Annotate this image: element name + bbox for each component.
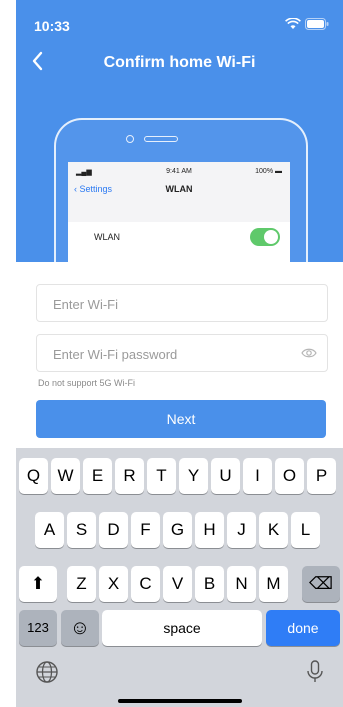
phone-speaker-illustration (144, 136, 178, 142)
page-title: Confirm home Wi-Fi (103, 54, 256, 71)
key-a[interactable]: A (35, 512, 64, 548)
key-q[interactable]: Q (19, 458, 48, 494)
key-t[interactable]: T (147, 458, 176, 494)
illustration-status-bar: ▂▄▆ 9:41 AM 100% ▬ (76, 168, 282, 178)
illustration-wlan-row: WLAN (68, 222, 290, 252)
key-c[interactable]: C (131, 566, 160, 602)
key-k[interactable]: K (259, 512, 288, 548)
key-b[interactable]: B (195, 566, 224, 602)
key-p[interactable]: P (307, 458, 336, 494)
emoji-key[interactable]: ☺ (61, 610, 99, 646)
illustration-nav: ‹ Settings WLAN (74, 184, 284, 198)
wifi-password-input[interactable] (51, 335, 295, 373)
illustration-title: WLAN (165, 184, 193, 194)
illustration-back: ‹ Settings (74, 184, 113, 194)
key-i[interactable]: I (243, 458, 272, 494)
5g-hint: Do not support 5G Wi-Fi (38, 378, 136, 388)
key-e[interactable]: E (83, 458, 112, 494)
key-h[interactable]: H (195, 512, 224, 548)
key-g[interactable]: G (163, 512, 192, 548)
key-f[interactable]: F (131, 512, 160, 548)
header-hero: 10:33 Confirm home Wi-Fi ▂▄▆ 9:41 AM 100… (16, 0, 343, 262)
globe-icon[interactable] (34, 659, 60, 685)
wifi-name-input[interactable] (51, 285, 295, 323)
key-s[interactable]: S (67, 512, 96, 548)
illustration-network-row (68, 252, 290, 262)
illustration-battery: 100% ▬ (255, 168, 282, 175)
key-w[interactable]: W (51, 458, 80, 494)
key-o[interactable]: O (275, 458, 304, 494)
phone-screen-illustration: ▂▄▆ 9:41 AM 100% ▬ ‹ Settings WLAN WLAN (68, 162, 290, 262)
key-d[interactable]: D (99, 512, 128, 548)
space-key[interactable]: space (102, 610, 262, 646)
key-v[interactable]: V (163, 566, 192, 602)
illustration-toggle (250, 228, 280, 246)
key-r[interactable]: R (115, 458, 144, 494)
app-screen: 10:33 Confirm home Wi-Fi ▂▄▆ 9:41 AM 100… (16, 0, 343, 707)
key-u[interactable]: U (211, 458, 240, 494)
keyboard: Q W E R T Y U I O P A S D F G H J K L ⬆ … (16, 448, 343, 707)
key-y[interactable]: Y (179, 458, 208, 494)
status-bar: 10:33 (34, 18, 329, 34)
backspace-key[interactable]: ⌫ (302, 566, 340, 602)
wifi-form: Do not support 5G Wi-Fi Next (16, 262, 343, 448)
home-indicator (118, 699, 242, 703)
done-key[interactable]: done (266, 610, 340, 646)
shift-key[interactable]: ⬆ (19, 566, 57, 602)
next-button[interactable]: Next (36, 400, 326, 438)
status-icons (285, 18, 329, 30)
eye-icon[interactable] (301, 346, 317, 360)
signal-icon: ▂▄▆ (76, 169, 92, 176)
key-l[interactable]: L (291, 512, 320, 548)
key-m[interactable]: M (259, 566, 288, 602)
wifi-name-field[interactable] (36, 284, 328, 323)
illustration-wlan-label: WLAN (94, 232, 121, 242)
illustration-time: 9:41 AM (166, 168, 192, 175)
wifi-icon (285, 18, 301, 29)
key-z[interactable]: Z (67, 566, 96, 602)
numbers-key[interactable]: 123 (19, 610, 57, 646)
key-x[interactable]: X (99, 566, 128, 602)
battery-icon (305, 18, 329, 30)
key-n[interactable]: N (227, 566, 256, 602)
microphone-icon[interactable] (305, 659, 325, 685)
wifi-password-field[interactable] (36, 334, 328, 373)
status-time: 10:33 (34, 18, 70, 34)
phone-camera-illustration (126, 135, 134, 143)
key-j[interactable]: J (227, 512, 256, 548)
